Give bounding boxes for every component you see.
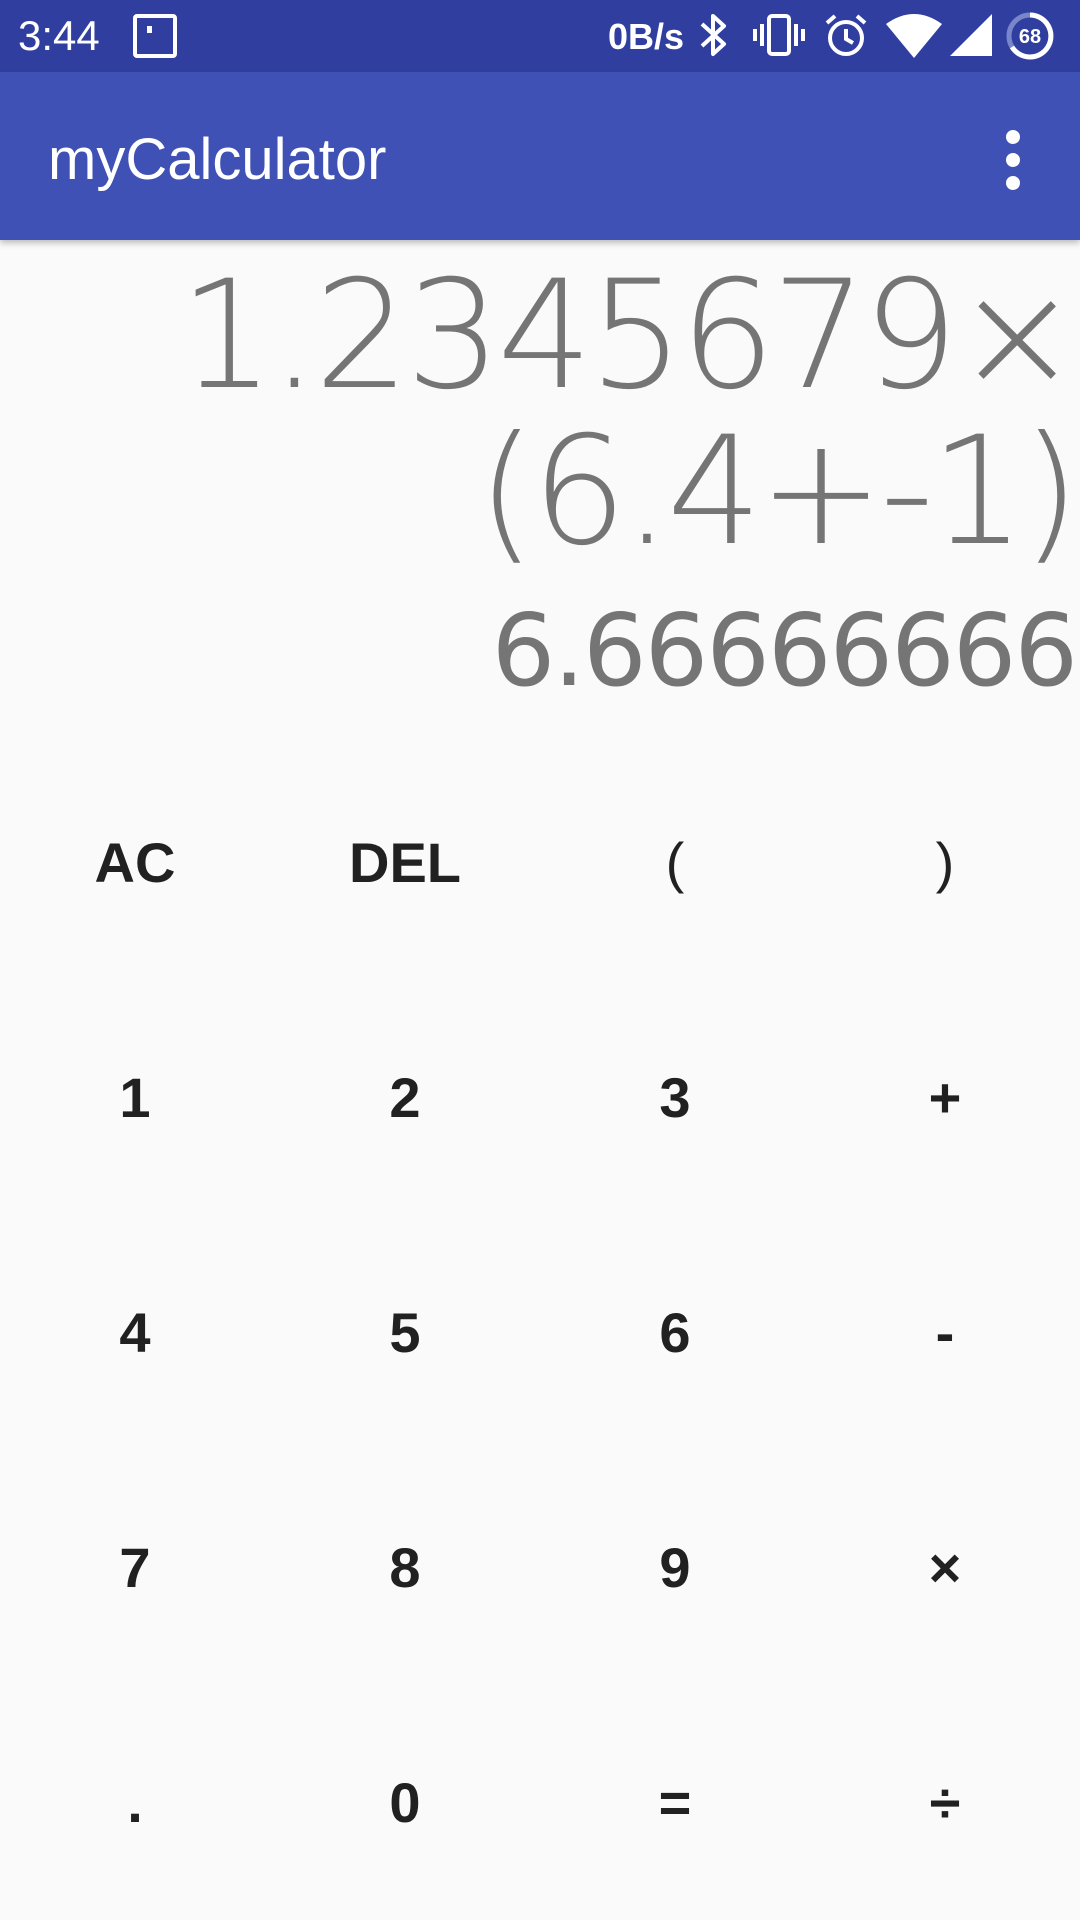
divide-button[interactable]: ÷ (810, 1685, 1080, 1920)
alarm-icon (822, 10, 870, 62)
digit-7-button[interactable]: 7 (0, 1450, 270, 1685)
digit-2-button[interactable]: 2 (270, 980, 540, 1215)
digit-6-button[interactable]: 6 (540, 1215, 810, 1450)
digit-8-button[interactable]: 8 (270, 1450, 540, 1685)
status-time: 3:44 (18, 12, 100, 59)
wifi-icon (884, 10, 944, 62)
close-paren-button[interactable]: ) (810, 745, 1080, 980)
open-paren-button[interactable]: ( (540, 745, 810, 980)
result-display: 6.66666666 (491, 592, 1078, 709)
digit-3-button[interactable]: 3 (540, 980, 810, 1215)
digit-5-button[interactable]: 5 (270, 1215, 540, 1450)
more-vert-icon[interactable] (990, 124, 1038, 196)
digit-4-button[interactable]: 4 (0, 1215, 270, 1450)
battery-icon: 68 (1004, 10, 1056, 62)
clear-button[interactable]: AC (0, 745, 270, 980)
digit-0-button[interactable]: 0 (270, 1685, 540, 1920)
signal-icon (948, 10, 994, 62)
app-title: myCalculator (48, 127, 387, 192)
decimal-button[interactable]: . (0, 1685, 270, 1920)
notification-icon (133, 14, 177, 58)
keypad: AC DEL ( ) 1 2 3 + 4 5 6 - 7 8 9 × . 0 =… (0, 745, 1080, 1920)
equals-button[interactable]: = (540, 1685, 810, 1920)
digit-1-button[interactable]: 1 (0, 980, 270, 1215)
minus-button[interactable]: - (810, 1215, 1080, 1450)
battery-level: 68 (1019, 26, 1041, 48)
bluetooth-icon (696, 10, 732, 62)
vibrate-icon (750, 10, 808, 62)
network-speed: 0B/s (608, 16, 685, 57)
delete-button[interactable]: DEL (270, 745, 540, 980)
expression-display: 1.2345679×(6.4+-1) (179, 249, 1080, 579)
app-bar: myCalculator (0, 72, 1080, 240)
multiply-button[interactable]: × (810, 1450, 1080, 1685)
status-bar: 3:44 0B/s 68 (0, 0, 1080, 72)
digit-9-button[interactable]: 9 (540, 1450, 810, 1685)
plus-button[interactable]: + (810, 980, 1080, 1215)
